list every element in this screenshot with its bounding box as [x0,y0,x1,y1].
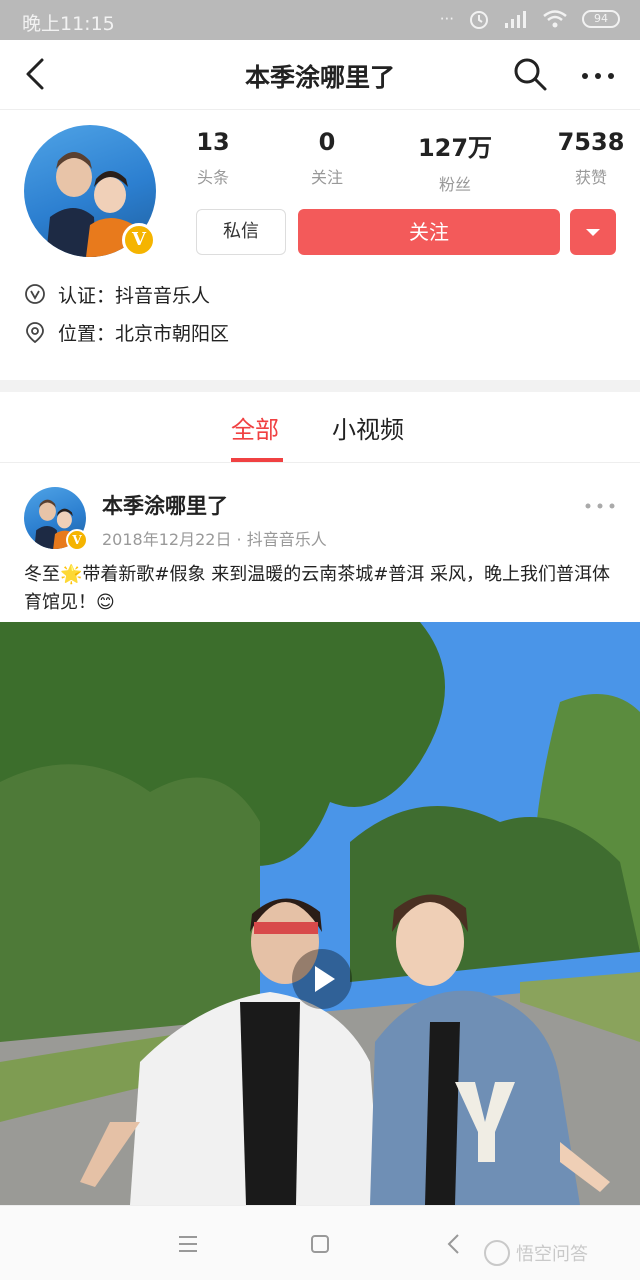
tabs-divider [0,462,640,463]
section-divider [0,380,640,392]
play-icon [315,966,335,992]
alarm-icon [470,11,488,29]
post-author-avatar[interactable]: V [24,487,88,551]
watermark: 悟空问答 [484,1240,588,1266]
post-author-name[interactable]: 本季涂哪里了 [102,490,228,520]
stat-label: 头条 [196,168,229,187]
play-button[interactable] [292,949,352,1009]
back-icon[interactable] [18,56,54,92]
video-scene [0,622,640,1205]
battery-icon: 94 [582,10,620,28]
menu-icon[interactable] [174,1230,202,1258]
status-bar: 晚上11:15 ··· 94 [0,0,640,40]
stat-posts[interactable]: 13 头条 [158,128,268,188]
location-text: 位置：北京市朝阳区 [58,322,230,345]
signal-icon [505,11,526,28]
back-nav-icon[interactable] [440,1230,468,1258]
stat-value: 13 [196,128,230,156]
stat-value: 0 [318,128,336,156]
stat-value: 127万 [417,134,493,162]
post-meta: 2018年12月22日 · 抖音音乐人 [102,530,327,549]
nav-bar: 本季涂哪里了 [0,40,640,110]
watermark-logo-icon [484,1240,510,1266]
stat-label: 关注 [310,168,343,187]
more-dots-status-icon: ··· [439,10,454,28]
stat-label: 粉丝 [438,175,471,194]
verified-badge-icon: V [66,529,88,551]
stat-following[interactable]: 0 关注 [272,128,382,188]
search-icon[interactable] [512,56,548,92]
status-icons: ··· 94 [440,8,620,30]
verification-row: 认证：抖音音乐人 [24,279,210,309]
post-more-icon[interactable] [580,496,620,516]
tab-short-video[interactable]: 小视频 [332,410,404,445]
follow-dropdown-button[interactable] [570,209,616,255]
stat-likes[interactable]: 7538 获赞 [536,128,640,188]
verification-text: 认证：抖音音乐人 [58,284,211,307]
post-text[interactable]: 冬至🌟带着新歌#假象 来到温暖的云南茶城#普洱 采风，晚上我们普洱体育馆见！😊 [24,561,620,617]
home-icon[interactable] [306,1230,334,1258]
wifi-icon [543,10,567,28]
location-row: 位置：北京市朝阳区 [24,317,229,347]
location-pin-icon [26,322,44,343]
watermark-text: 悟空问答 [516,1244,588,1265]
video-thumbnail[interactable] [0,622,640,1205]
verified-badge-icon: V [122,223,156,257]
stat-value: 7538 [557,128,625,156]
stat-label: 获赞 [574,168,607,187]
more-options-icon[interactable] [578,58,618,94]
follow-button[interactable]: 关注 [298,209,560,255]
stat-followers[interactable]: 127万 粉丝 [400,128,510,195]
verified-icon [25,284,45,304]
message-button[interactable]: 私信 [196,209,286,255]
status-time: 晚上11:15 [22,13,115,35]
profile-avatar[interactable]: V [24,125,156,257]
tab-all[interactable]: 全部 [231,410,279,445]
chevron-down-icon [586,229,600,236]
page-title: 本季涂哪里了 [244,63,395,92]
